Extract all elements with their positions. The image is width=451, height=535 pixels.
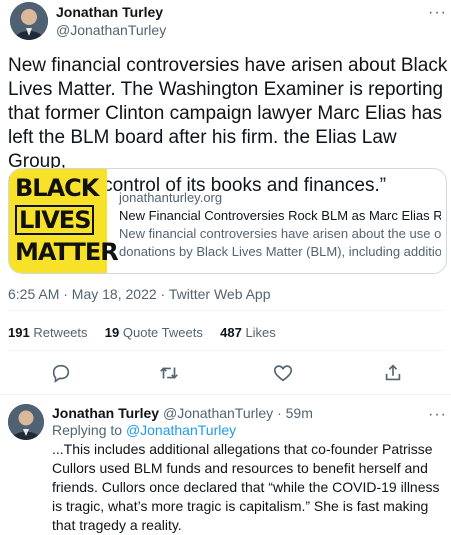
card-image-word-lives: LIVES — [15, 205, 95, 235]
likes-stat[interactable]: 487 Likes — [220, 325, 276, 340]
card-description-1: New financial controversies have arisen … — [119, 226, 441, 241]
card-image-lives-wrap: LIVES — [15, 205, 95, 235]
reply-header: Jonathan Turley @JonathanTurley · 59m — [52, 404, 313, 422]
tweet-stats: 191 Retweets 19 Quote Tweets 487 Likes — [8, 325, 448, 340]
card-title: New Financial Controversies Rock BLM as … — [119, 208, 441, 223]
author-avatar[interactable] — [10, 2, 48, 40]
divider — [0, 394, 451, 395]
reply-author-handle[interactable]: @JonathanTurley — [163, 405, 273, 421]
more-options-icon[interactable]: ··· — [428, 5, 447, 21]
card-image-word-black: BLACK — [15, 174, 99, 202]
card-domain: jonathanturley.org — [119, 190, 223, 205]
like-icon[interactable] — [272, 362, 294, 384]
reply-icon[interactable] — [50, 362, 72, 384]
reply-more-options-icon[interactable]: ··· — [428, 407, 447, 423]
reply-time[interactable]: · 59m — [277, 405, 313, 421]
card-description-2: donations by Black Lives Matter (BLM), i… — [119, 244, 441, 259]
quotes-count: 19 — [104, 325, 120, 340]
card-image-word-matter: MATTER — [15, 238, 119, 266]
divider — [8, 350, 445, 351]
replying-to-handle[interactable]: @JonathanTurley — [126, 422, 236, 438]
tweet-timestamp[interactable]: 6:25 AM · May 18, 2022 · Twitter Web App — [8, 286, 271, 302]
author-handle[interactable]: @JonathanTurley — [56, 21, 166, 39]
link-card[interactable]: BLACK LIVES MATTER jonathanturley.org Ne… — [8, 168, 447, 274]
reply-author-name[interactable]: Jonathan Turley — [52, 405, 159, 421]
avatar-photo-icon — [8, 404, 44, 440]
likes-label: Likes — [245, 325, 276, 340]
author-name[interactable]: Jonathan Turley — [56, 3, 163, 21]
quotes-stat[interactable]: 19 Quote Tweets — [105, 325, 207, 340]
retweet-icon[interactable] — [158, 362, 180, 384]
replying-to-label: Replying to — [52, 422, 123, 438]
retweets-stat[interactable]: 191 Retweets — [8, 325, 91, 340]
retweets-count: 191 — [8, 325, 30, 340]
reply-text: ...This includes additional allegations … — [52, 441, 440, 533]
quotes-label: Quote Tweets — [122, 325, 203, 340]
avatar-photo-icon — [10, 2, 48, 40]
divider — [8, 310, 445, 311]
share-icon[interactable] — [382, 362, 404, 384]
replying-to-line: Replying to @JonathanTurley — [52, 421, 236, 439]
likes-count: 487 — [220, 325, 242, 340]
retweets-label: Retweets — [33, 325, 88, 340]
card-image: BLACK LIVES MATTER — [9, 169, 119, 273]
reply-author-avatar[interactable] — [8, 404, 44, 440]
